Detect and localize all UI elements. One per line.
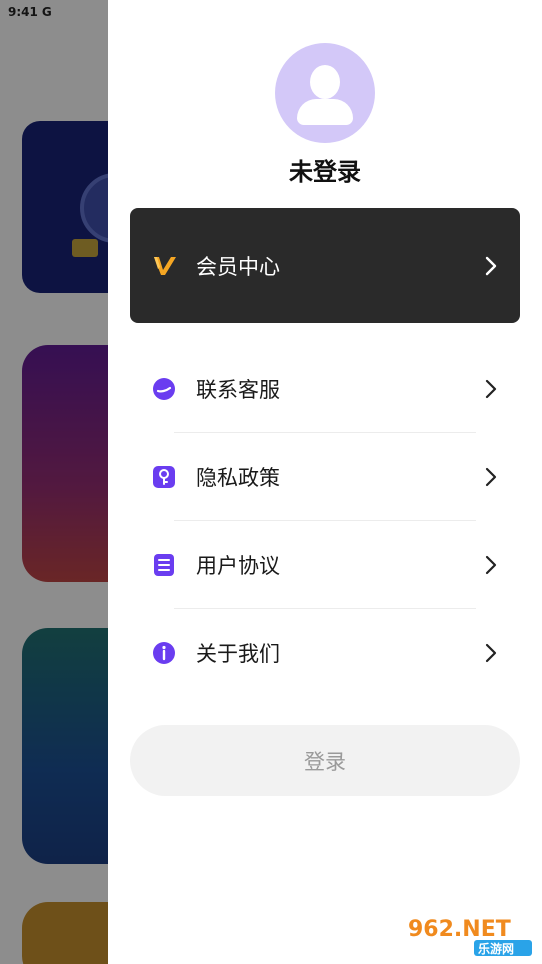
- info-icon: [152, 641, 176, 665]
- menu-item-label: 用户协议: [196, 554, 280, 578]
- service-icon: [152, 377, 176, 401]
- login-button[interactable]: 登录: [130, 725, 520, 796]
- avatar[interactable]: [275, 43, 375, 143]
- chevron-right-icon: [485, 643, 497, 663]
- chevron-right-icon: [485, 467, 497, 487]
- watermark-logo: 962.NET 乐游网: [408, 917, 532, 956]
- menu-item-label: 关于我们: [196, 642, 280, 666]
- watermark-text-bottom: 乐游网: [478, 941, 514, 956]
- watermark-text-top: 962.NET: [408, 917, 511, 942]
- menu-item-about-us[interactable]: 关于我们: [130, 609, 520, 697]
- agreement-icon: [152, 553, 176, 577]
- menu-item-customer-service[interactable]: 联系客服: [130, 345, 520, 433]
- chevron-right-icon: [485, 555, 497, 575]
- avatar-body-icon: [297, 99, 353, 125]
- v-icon: [154, 256, 176, 275]
- username-label[interactable]: 未登录: [108, 152, 542, 187]
- privacy-icon: [152, 465, 176, 489]
- chevron-right-icon: [485, 256, 497, 275]
- menu-item-privacy-policy[interactable]: 隐私政策: [130, 433, 520, 521]
- vip-center-label: 会员中心: [196, 254, 280, 279]
- menu-item-label: 联系客服: [196, 378, 280, 402]
- side-drawer: 未登录 会员中心 联系客服 隐私政策 用户协议 关于我们 登录: [108, 0, 542, 964]
- avatar-head-icon: [310, 65, 340, 99]
- chevron-right-icon: [485, 379, 497, 399]
- vip-center-button[interactable]: 会员中心: [130, 208, 520, 323]
- menu-item-label: 隐私政策: [196, 466, 280, 490]
- menu-item-user-agreement[interactable]: 用户协议: [130, 521, 520, 609]
- drawer-menu: 联系客服 隐私政策 用户协议 关于我们: [130, 345, 520, 697]
